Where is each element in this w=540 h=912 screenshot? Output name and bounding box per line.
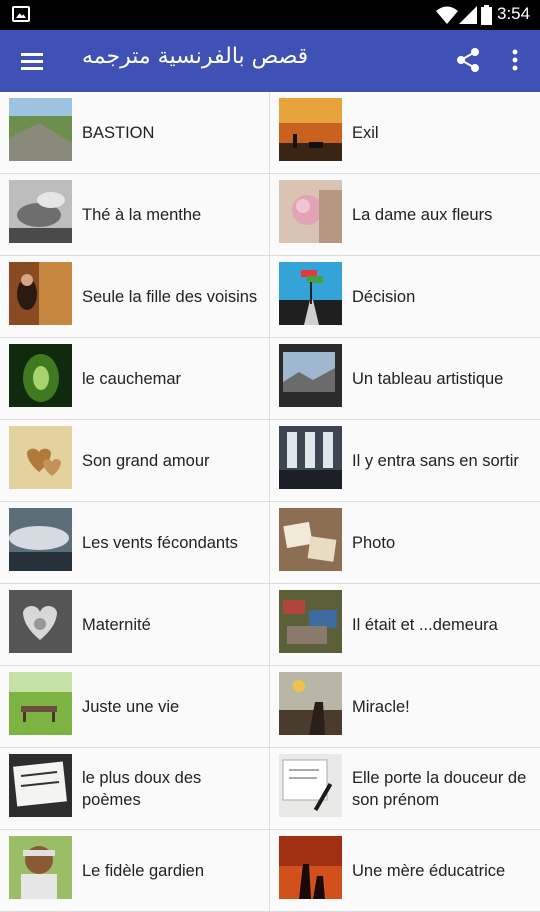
- story-item[interactable]: le cauchemar: [0, 338, 270, 420]
- story-thumbnail: [9, 262, 72, 325]
- story-thumbnail: [9, 98, 72, 161]
- more-vert-icon[interactable]: [507, 47, 523, 73]
- story-thumbnail: [279, 672, 342, 735]
- story-item[interactable]: La dame aux fleurs: [270, 174, 540, 256]
- story-thumbnail: [279, 590, 342, 653]
- story-title: Le fidèle gardien: [82, 861, 205, 880]
- wifi-icon: [436, 6, 458, 24]
- story-thumbnail: [279, 426, 342, 489]
- story-thumbnail: [9, 672, 72, 735]
- battery-icon: [481, 5, 492, 25]
- story-item[interactable]: Les vents fécondants: [0, 502, 270, 584]
- story-item[interactable]: Il était et ...demeura: [270, 584, 540, 666]
- story-thumbnail: [9, 180, 72, 243]
- story-item[interactable]: Juste une vie: [0, 666, 270, 748]
- story-item[interactable]: Décision: [270, 256, 540, 338]
- story-title: Un tableau artistique: [352, 369, 504, 388]
- story-thumbnail: [9, 836, 72, 899]
- story-title: le cauchemar: [82, 369, 182, 388]
- story-item[interactable]: Elle porte la douceur de son prénom: [270, 748, 540, 830]
- story-title: Son grand amour: [82, 451, 210, 470]
- story-thumbnail: [279, 754, 342, 817]
- story-thumbnail: [9, 344, 72, 407]
- story-title: Thé à la menthe: [82, 205, 202, 224]
- story-item[interactable]: Miracle!: [270, 666, 540, 748]
- story-title: Juste une vie: [82, 697, 180, 716]
- story-title: Exil: [352, 123, 379, 142]
- story-title: Il y entra sans en sortir: [352, 451, 519, 470]
- story-thumbnail: [9, 426, 72, 489]
- story-item[interactable]: Un tableau artistique: [270, 338, 540, 420]
- story-title: La dame aux fleurs: [352, 205, 493, 224]
- story-thumbnail: [9, 590, 72, 653]
- story-thumbnail: [279, 344, 342, 407]
- story-title: Une mère éducatrice: [352, 861, 506, 880]
- story-title: Elle porte la douceur de son prénom: [352, 768, 527, 809]
- stories-grid: BASTION Exil Thé à la menthe La dame aux…: [0, 92, 540, 912]
- story-title: Photo: [352, 533, 396, 552]
- story-item[interactable]: Il y entra sans en sortir: [270, 420, 540, 502]
- cell-signal-icon: [459, 6, 477, 24]
- story-item[interactable]: le plus doux des poèmes: [0, 748, 270, 830]
- story-title: Il était et ...demeura: [352, 615, 498, 634]
- story-item[interactable]: Maternité: [0, 584, 270, 666]
- story-item[interactable]: Exil: [270, 92, 540, 174]
- story-title: Maternité: [82, 615, 151, 634]
- status-time: 3:54: [497, 4, 531, 23]
- story-item[interactable]: BASTION: [0, 92, 270, 174]
- story-title: Décision: [352, 287, 416, 306]
- story-item[interactable]: Son grand amour: [0, 420, 270, 502]
- story-item[interactable]: Seule la fille des voisins: [0, 256, 270, 338]
- gallery-notification-icon: [12, 6, 30, 22]
- status-bar: 3:54: [0, 0, 540, 30]
- hamburger-menu-icon[interactable]: [20, 49, 44, 73]
- story-item[interactable]: Thé à la menthe: [0, 174, 270, 256]
- story-title: le plus doux des poèmes: [82, 768, 202, 809]
- story-title: Miracle!: [352, 697, 410, 716]
- story-title: BASTION: [82, 123, 155, 142]
- story-thumbnail: [279, 262, 342, 325]
- app-title: قصص بالفرنسية مترجمه: [82, 44, 309, 69]
- story-thumbnail: [279, 508, 342, 571]
- story-thumbnail: [279, 836, 342, 899]
- app-bar: قصص بالفرنسية مترجمه: [0, 30, 540, 92]
- story-title: Les vents fécondants: [82, 533, 238, 552]
- story-thumbnail: [9, 508, 72, 571]
- story-thumbnail: [279, 98, 342, 161]
- share-icon[interactable]: [455, 47, 481, 73]
- story-thumbnail: [9, 754, 72, 817]
- story-title: Seule la fille des voisins: [82, 287, 258, 306]
- story-item[interactable]: Photo: [270, 502, 540, 584]
- story-thumbnail: [279, 180, 342, 243]
